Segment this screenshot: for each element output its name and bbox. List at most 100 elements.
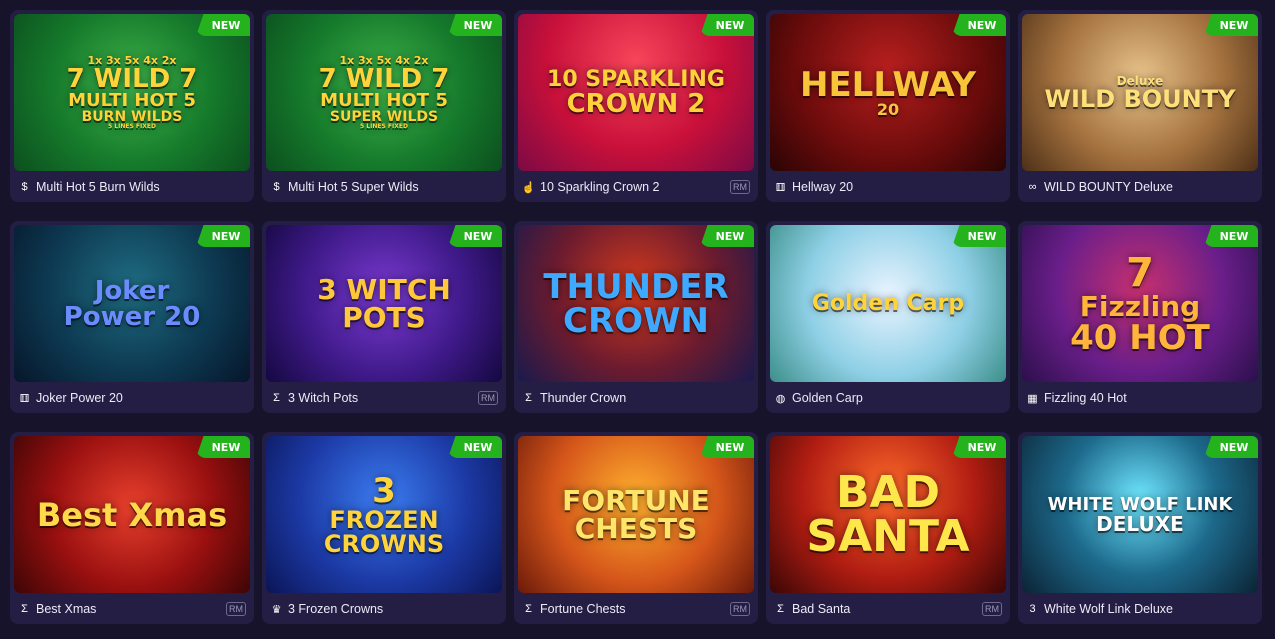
game-logo-line: CROWN bbox=[563, 300, 709, 341]
game-logo: WHITE WOLF LINK DELUXE bbox=[1038, 495, 1243, 534]
crown-icon: ♛ bbox=[271, 603, 282, 616]
hand-icon: ☝ bbox=[521, 181, 536, 194]
dollar-coin-icon: $ bbox=[273, 181, 280, 193]
game-logo-line: THUNDER bbox=[543, 266, 729, 307]
game-caption: ⚅ Hellway 20 bbox=[774, 178, 1002, 196]
game-logo: Best Xmas bbox=[27, 499, 237, 531]
game-logo-line: Golden Carp bbox=[811, 290, 965, 316]
game-caption: ▦ Fizzling 40 Hot bbox=[1026, 389, 1254, 407]
game-logo: HELLWAY 20 bbox=[790, 68, 986, 118]
new-badge: NEW bbox=[700, 436, 754, 458]
game-thumbnail[interactable]: Golden Carp NEW bbox=[770, 225, 1006, 382]
game-logo-line: WILD BOUNTY bbox=[1044, 84, 1236, 113]
game-caption: ◍ Golden Carp bbox=[774, 389, 1002, 407]
game-caption: 3 White Wolf Link Deluxe bbox=[1026, 600, 1254, 618]
game-thumbnail[interactable]: 3 WITCH POTS NEW bbox=[266, 225, 502, 382]
game-title[interactable]: WILD BOUNTY Deluxe bbox=[1044, 180, 1173, 194]
game-logo: FORTUNE CHESTS bbox=[552, 483, 720, 543]
game-thumbnail[interactable]: Joker Power 20 NEW bbox=[14, 225, 250, 382]
dice-icon: ⚅ bbox=[775, 181, 786, 194]
game-card[interactable]: Deluxe WILD BOUNTY NEW ∞ WILD BOUNTY Deluxe bbox=[1018, 10, 1262, 202]
game-card[interactable]: 1x 3x 5x 4x 2x 7 WILD 7 MULTI HOT 5 SUPER W… bbox=[262, 10, 506, 202]
game-card[interactable]: THUNDER CROWN NEW Σ Thunder Crown bbox=[514, 221, 758, 413]
game-thumbnail[interactable]: 10 SPARKLING CROWN 2 NEW bbox=[518, 14, 754, 171]
new-badge: NEW bbox=[448, 14, 502, 36]
dollar-coin-icon: $ bbox=[21, 181, 28, 193]
game-title[interactable]: Fortune Chests bbox=[540, 602, 625, 616]
game-card[interactable]: 10 SPARKLING CROWN 2 NEW ☝ 10 Sparkling Crow… bbox=[514, 10, 758, 202]
game-logo-line: FROZEN bbox=[329, 505, 439, 534]
game-thumbnail[interactable]: Deluxe WILD BOUNTY NEW bbox=[1022, 14, 1258, 171]
game-logo: 1x 3x 5x 4x 2x 7 WILD 7 MULTI HOT 5 BURN WI… bbox=[57, 55, 208, 130]
globe-icon: ◍ bbox=[775, 392, 786, 405]
game-logo: 10 SPARKLING CROWN 2 bbox=[537, 68, 735, 119]
new-badge: NEW bbox=[952, 14, 1006, 36]
game-logo-line: CROWN 2 bbox=[566, 88, 706, 119]
game-card[interactable]: FORTUNE CHESTS NEW Σ Fortune Chests RM bbox=[514, 432, 758, 624]
game-thumbnail[interactable]: FORTUNE CHESTS NEW bbox=[518, 436, 754, 593]
game-title[interactable]: Multi Hot 5 Super Wilds bbox=[288, 180, 419, 194]
game-caption: ⚅ Joker Power 20 bbox=[18, 389, 246, 407]
rm-badge: RM bbox=[982, 602, 1002, 616]
three-icon: 3 bbox=[1029, 603, 1036, 615]
new-badge: NEW bbox=[952, 225, 1006, 247]
game-title[interactable]: 10 Sparkling Crown 2 bbox=[540, 180, 660, 194]
game-caption: Σ Thunder Crown bbox=[522, 389, 750, 407]
game-card[interactable]: 3 WITCH POTS NEW Σ 3 Witch Pots RM bbox=[262, 221, 506, 413]
infinity-icon: ∞ bbox=[1028, 181, 1037, 193]
new-badge: NEW bbox=[448, 436, 502, 458]
game-thumbnail[interactable]: 1x 3x 5x 4x 2x 7 WILD 7 MULTI HOT 5 BURN WI… bbox=[14, 14, 250, 171]
game-title[interactable]: 3 Frozen Crowns bbox=[288, 602, 383, 616]
game-logo-line: 7 bbox=[1126, 249, 1154, 296]
game-card[interactable]: WHITE WOLF LINK DELUXE NEW 3 White Wolf Link… bbox=[1018, 432, 1262, 624]
game-logo: Joker Power 20 bbox=[54, 278, 211, 330]
game-card[interactable]: Golden Carp NEW ◍ Golden Carp bbox=[766, 221, 1010, 413]
game-logo: Deluxe WILD BOUNTY bbox=[1035, 75, 1246, 111]
sigma-icon: Σ bbox=[525, 603, 532, 615]
game-logo-line: 7 WILD 7 bbox=[66, 64, 198, 94]
game-card[interactable]: 7 Fizzling 40 HOT NEW ▦ Fizzling 40 Hot bbox=[1018, 221, 1262, 413]
game-title[interactable]: White Wolf Link Deluxe bbox=[1044, 602, 1173, 616]
game-caption: $ Multi Hot 5 Super Wilds bbox=[270, 178, 498, 196]
game-thumbnail[interactable]: 3 FROZEN CROWNS NEW bbox=[266, 436, 502, 593]
game-title[interactable]: Best Xmas bbox=[36, 602, 96, 616]
game-title[interactable]: Joker Power 20 bbox=[36, 391, 123, 405]
game-card[interactable]: Best Xmas NEW Σ Best Xmas RM bbox=[10, 432, 254, 624]
game-logo: BAD SANTA bbox=[796, 470, 979, 559]
game-logo-line: FORTUNE bbox=[562, 483, 710, 517]
game-title[interactable]: Multi Hot 5 Burn Wilds bbox=[36, 180, 160, 194]
game-thumbnail[interactable]: 1x 3x 5x 4x 2x 7 WILD 7 MULTI HOT 5 SUPER W… bbox=[266, 14, 502, 171]
game-title[interactable]: Bad Santa bbox=[792, 602, 850, 616]
game-logo-line: BURN WILDS bbox=[81, 109, 183, 125]
game-thumbnail[interactable]: Best Xmas NEW bbox=[14, 436, 250, 593]
game-thumbnail[interactable]: THUNDER CROWN NEW bbox=[518, 225, 754, 382]
game-card[interactable]: 1x 3x 5x 4x 2x 7 WILD 7 MULTI HOT 5 BURN WI… bbox=[10, 10, 254, 202]
game-card[interactable]: HELLWAY 20 NEW ⚅ Hellway 20 bbox=[766, 10, 1010, 202]
game-caption: ♛ 3 Frozen Crowns bbox=[270, 600, 498, 618]
game-title[interactable]: Fizzling 40 Hot bbox=[1044, 391, 1127, 405]
game-logo-line: CROWNS bbox=[323, 529, 445, 558]
game-logo-line: Power 20 bbox=[63, 301, 201, 332]
game-logo-line: MULTI HOT 5 bbox=[320, 90, 448, 111]
new-badge: NEW bbox=[1204, 14, 1258, 36]
game-thumbnail[interactable]: BAD SANTA NEW bbox=[770, 436, 1006, 593]
game-thumbnail[interactable]: 7 Fizzling 40 HOT NEW bbox=[1022, 225, 1258, 382]
sigma-icon: Σ bbox=[525, 392, 532, 404]
game-card[interactable]: 3 FROZEN CROWNS NEW ♛ 3 Frozen Crowns bbox=[262, 432, 506, 624]
game-logo: THUNDER CROWN bbox=[533, 270, 738, 338]
game-title[interactable]: 3 Witch Pots bbox=[288, 391, 358, 405]
game-title[interactable]: Hellway 20 bbox=[792, 180, 853, 194]
game-logo-line: HELLWAY bbox=[799, 64, 977, 105]
game-title[interactable]: Thunder Crown bbox=[540, 391, 626, 405]
game-card[interactable]: Joker Power 20 NEW ⚅ Joker Power 20 bbox=[10, 221, 254, 413]
sigma-icon: Σ bbox=[777, 603, 784, 615]
game-card[interactable]: BAD SANTA NEW Σ Bad Santa RM bbox=[766, 432, 1010, 624]
game-logo: 1x 3x 5x 4x 2x 7 WILD 7 MULTI HOT 5 SUPER W… bbox=[309, 55, 460, 130]
game-logo: 3 FROZEN CROWNS bbox=[314, 474, 454, 556]
game-title[interactable]: Golden Carp bbox=[792, 391, 863, 405]
game-logo-line: Fizzling bbox=[1079, 289, 1201, 323]
rm-badge: RM bbox=[730, 602, 750, 616]
new-badge: NEW bbox=[448, 225, 502, 247]
game-thumbnail[interactable]: HELLWAY 20 NEW bbox=[770, 14, 1006, 171]
game-thumbnail[interactable]: WHITE WOLF LINK DELUXE NEW bbox=[1022, 436, 1258, 593]
